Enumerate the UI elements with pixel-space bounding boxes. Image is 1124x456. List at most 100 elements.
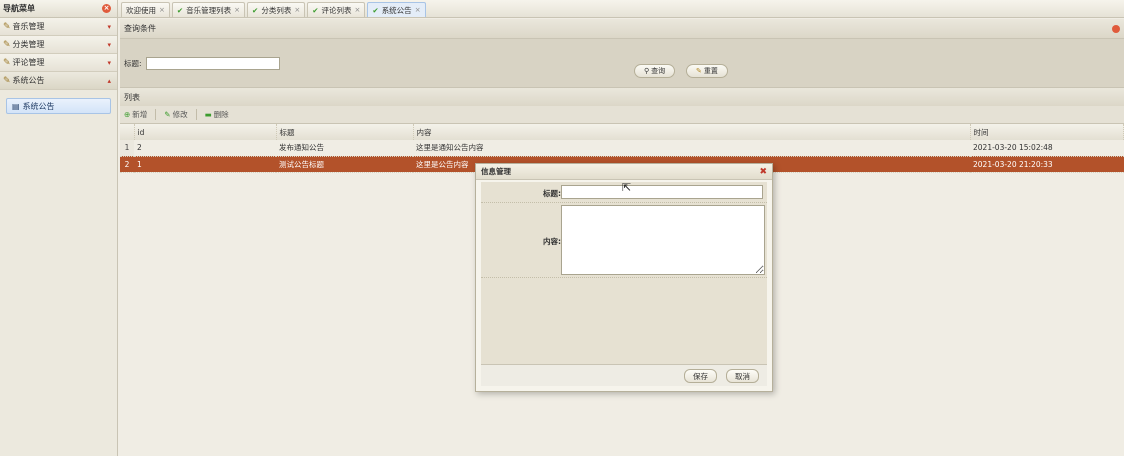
tab-label: 分类列表 [261, 5, 292, 15]
sidebar-item-announcement[interactable]: ✎ 系统公告 ▴ [0, 72, 117, 90]
edit-button[interactable]: ✎ 修改 [164, 109, 187, 120]
title-search-input[interactable] [145, 56, 280, 70]
search-button[interactable]: ⚲ 查询 [634, 64, 676, 78]
cell-time: 2021-03-20 15:02:48 [970, 140, 1124, 157]
sidebar-submenu: ▤ 系统公告 [0, 90, 117, 122]
rownum-header [120, 124, 135, 140]
sidebar-title: 导航菜单 [3, 4, 35, 13]
row-number: 2 [120, 156, 134, 173]
tab-bar: 欢迎使用 × ✔ 音乐管理列表 × ✔ 分类列表 × ✔ 评论列表 × ✔ 系统公告 × [118, 0, 1124, 18]
table-header-row: id 标题 内容 时间 [120, 124, 1124, 140]
wand-icon: ✎ [696, 67, 702, 75]
add-button-label: 新增 [132, 110, 148, 119]
form-row-content: 内容: [481, 203, 767, 278]
close-icon[interactable]: × [355, 6, 361, 14]
content-field-label: 内容: [543, 237, 561, 246]
query-panel-header: 查询条件 [120, 19, 1124, 39]
column-header-content[interactable]: 内容 [413, 124, 971, 140]
sidebar-header: 导航菜单 × [0, 0, 117, 18]
pencil-icon: ✎ [164, 110, 171, 119]
sidebar: 导航菜单 × ✎ 音乐管理 ▾ ✎ 分类管理 ▾ ✎ 评论管理 ▾ ✎ 系统公告 ▴ ▤… [0, 0, 118, 456]
cell-content: 这里是通知公告内容 [413, 140, 970, 157]
list-icon: ▤ [12, 101, 20, 111]
search-icon: ⚲ [644, 67, 650, 75]
sidebar-link-label: 系统公告 [22, 101, 55, 111]
close-icon[interactable] [1112, 24, 1120, 33]
chevron-up-icon: ▴ [107, 76, 111, 85]
sidebar-item-label: 分类管理 [12, 40, 45, 49]
chevron-down-icon: ▾ [107, 40, 111, 49]
close-icon[interactable]: × [159, 6, 165, 14]
cell-id: 2 [134, 140, 276, 157]
edit-button-label: 修改 [172, 110, 188, 119]
check-icon: ✔ [312, 5, 319, 15]
toolbar-divider [195, 109, 197, 120]
tab-category[interactable]: ✔ 分类列表 × [247, 2, 306, 17]
tab-label: 系统公告 [381, 5, 412, 15]
list-toolbar: ⊕ 新增 ✎ 修改 ▬ 删除 [120, 106, 1124, 124]
close-icon[interactable]: × [294, 6, 300, 14]
reset-button-label: 重置 [703, 67, 718, 75]
save-button[interactable]: 保存 [684, 369, 717, 383]
tab-welcome[interactable]: 欢迎使用 × [121, 2, 170, 17]
close-icon[interactable]: × [102, 4, 111, 13]
tab-announcement[interactable]: ✔ 系统公告 × [367, 2, 426, 17]
list-panel-title: 列表 [124, 92, 140, 102]
tab-music[interactable]: ✔ 音乐管理列表 × [171, 2, 246, 17]
add-button[interactable]: ⊕ 新增 [124, 109, 147, 120]
delete-button-label: 删除 [213, 110, 229, 119]
delete-icon: ▬ [204, 110, 212, 119]
sidebar-item-music[interactable]: ✎ 音乐管理 ▾ [0, 18, 117, 36]
table-row[interactable]: 1 2 发布通知公告 这里是通知公告内容 2021-03-20 15:02:48 [120, 140, 1124, 157]
tab-comment[interactable]: ✔ 评论列表 × [307, 2, 366, 17]
title-field[interactable] [561, 185, 763, 199]
content-textarea[interactable] [561, 205, 765, 275]
delete-button[interactable]: ▬ 删除 [205, 109, 229, 120]
chevron-down-icon: ▾ [107, 22, 111, 31]
chevron-down-icon: ▾ [107, 58, 111, 67]
cell-id: 1 [134, 156, 276, 173]
title-field-label: 标题: [543, 189, 561, 198]
cancel-button[interactable]: 取消 [726, 369, 759, 383]
close-icon[interactable]: × [415, 6, 421, 14]
tab-label: 评论列表 [321, 5, 352, 15]
title-label: 标题: [124, 58, 142, 68]
mouse-cursor-icon: ⇱ [622, 181, 632, 194]
search-button-label: 查询 [651, 67, 666, 75]
sidebar-item-label: 评论管理 [12, 58, 45, 67]
column-header-title[interactable]: 标题 [276, 124, 414, 140]
column-header-time[interactable]: 时间 [970, 124, 1124, 140]
reset-button[interactable]: ✎ 重置 [686, 64, 728, 78]
cell-title: 发布通知公告 [276, 140, 413, 157]
cell-time: 2021-03-20 21:20:33 [970, 156, 1124, 173]
column-header-id[interactable]: id [134, 124, 277, 140]
close-icon[interactable]: × [234, 6, 240, 14]
pencil-icon: ✎ [3, 39, 11, 50]
tab-label: 欢迎使用 [126, 5, 156, 15]
list-panel-header: 列表 [120, 87, 1124, 106]
edit-dialog: 信息管理 ✖ 标题: 内容: 保存 取消 [475, 163, 773, 392]
dialog-title: 信息管理 [481, 167, 511, 176]
dialog-form: 标题: 内容: [481, 182, 767, 366]
toolbar-divider [155, 109, 157, 120]
sidebar-link-announcement[interactable]: ▤ 系统公告 [6, 98, 111, 114]
pencil-icon: ✎ [3, 21, 11, 32]
cell-title: 测试公告标题 [276, 156, 413, 173]
check-icon: ✔ [176, 5, 184, 15]
sidebar-item-label: 系统公告 [12, 76, 45, 85]
row-number: 1 [120, 140, 134, 157]
query-panel-title: 查询条件 [124, 24, 156, 33]
close-icon[interactable]: ✖ [759, 167, 767, 177]
dialog-footer: 保存 取消 [481, 364, 767, 386]
sidebar-item-comment[interactable]: ✎ 评论管理 ▾ [0, 54, 117, 72]
pencil-icon: ✎ [3, 75, 11, 86]
pencil-icon: ✎ [3, 57, 11, 68]
check-icon: ✔ [372, 5, 379, 15]
dialog-titlebar[interactable]: 信息管理 ✖ [476, 164, 772, 180]
sidebar-item-label: 音乐管理 [12, 22, 45, 31]
query-panel: 标题: ⚲ 查询 ✎ 重置 [120, 39, 1124, 87]
check-icon: ✔ [252, 5, 259, 15]
tab-label: 音乐管理列表 [186, 5, 232, 15]
sidebar-item-category[interactable]: ✎ 分类管理 ▾ [0, 36, 117, 54]
add-icon: ⊕ [124, 110, 131, 119]
